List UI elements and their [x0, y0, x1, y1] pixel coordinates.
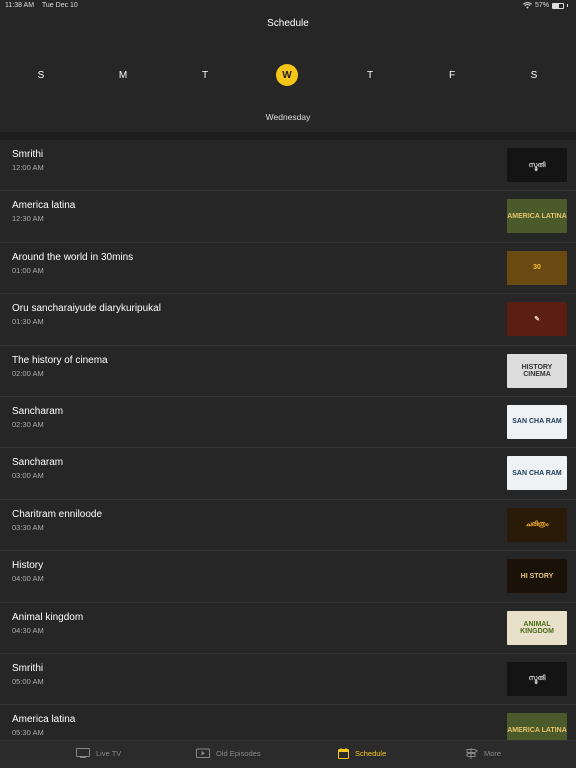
program-time: 03:30 AM — [12, 522, 44, 532]
battery-icon — [552, 2, 564, 9]
list-item[interactable]: Sancharam 03:00 AM SAN CHA RAM — [0, 448, 576, 500]
tv-icon — [76, 748, 90, 758]
thumbnail-logo-text: SAN CHA RAM — [512, 469, 562, 477]
list-item[interactable]: Smrithi 12:00 AM സ്മൃതി — [0, 140, 576, 192]
program-time: 04:30 AM — [12, 625, 44, 635]
program-thumbnail: ✎ — [507, 302, 567, 337]
program-thumbnail: സ്മൃതി — [507, 661, 567, 696]
list-item[interactable]: The history of cinema 02:00 AM HISTORY CIN… — [0, 346, 576, 397]
list-item[interactable]: History 04:00 AM HI STORY — [0, 551, 576, 603]
status-time: 11:38 AM — [5, 2, 35, 9]
program-title: America latina — [12, 200, 76, 212]
program-thumbnail: സ്മൃതി — [507, 148, 567, 182]
page-title: Schedule — [267, 18, 309, 29]
list-item[interactable]: Around the world in 30mins 01:00 AM 30 — [0, 243, 576, 295]
program-thumbnail: ചരിത്രം — [507, 507, 567, 542]
program-thumbnail: 30 — [507, 250, 567, 285]
program-time: 02:30 AM — [12, 419, 44, 429]
program-thumbnail: SAN CHA RAM — [507, 404, 567, 439]
program-thumbnail: SAN CHA RAM — [507, 456, 567, 491]
program-title: Charitram enniloode — [12, 508, 103, 520]
thumbnail-logo-text: SAN CHA RAM — [512, 418, 562, 426]
thumbnail-logo-text: HI STORY — [520, 572, 554, 580]
tab-label: Live TV — [96, 748, 122, 758]
day-button-4[interactable]: T — [359, 64, 381, 86]
schedule-header: Schedule S M T W T F S Wednesday — [0, 12, 576, 132]
list-item[interactable]: Smrithi 05:00 AM സ്മൃതി — [0, 654, 576, 706]
calendar-icon — [338, 748, 349, 759]
tab-old-episodes[interactable]: Old Episodes — [196, 748, 261, 758]
thumbnail-logo-text: 30 — [533, 264, 541, 272]
program-thumbnail: ANIMAL KINGDOM — [507, 610, 567, 645]
tab-schedule[interactable]: Schedule — [338, 748, 386, 759]
program-thumbnail: AMERICA LATINA — [507, 199, 567, 234]
list-item[interactable]: America latina 05:30 AM AMERICA LATINA — [0, 705, 576, 740]
tab-label: Schedule — [355, 749, 387, 758]
thumbnail-logo-text: ANIMAL KINGDOM — [520, 620, 554, 635]
program-title: Oru sancharaiyude diarykuripukal — [12, 303, 161, 315]
day-button-0[interactable]: S — [30, 64, 52, 86]
program-title: Sancharam — [12, 405, 64, 417]
program-time: 12:00 AM — [12, 163, 44, 172]
program-time: 02:00 AM — [12, 368, 44, 378]
tab-live-tv[interactable]: Live TV — [76, 748, 121, 758]
program-time: 04:00 AM — [12, 574, 44, 584]
program-title: America latina — [12, 714, 76, 726]
thumbnail-logo-text: AMERICA LATINA — [507, 726, 567, 734]
list-item[interactable]: America latina 12:30 AM AMERICA LATINA — [0, 191, 576, 243]
tab-label: Old Episodes — [216, 748, 261, 758]
battery-percent: 57% — [534, 2, 549, 9]
status-date: Tue Dec 10 — [41, 2, 78, 9]
day-button-5[interactable]: F — [441, 64, 463, 86]
program-title: History — [12, 560, 44, 572]
tab-label: More — [484, 749, 502, 758]
header-divider — [0, 132, 576, 140]
tab-more[interactable]: More — [466, 748, 501, 759]
thumbnail-logo-text: സ്മൃതി — [528, 161, 546, 169]
list-item[interactable]: Oru sancharaiyude diarykuripukal 01:30 AM… — [0, 294, 576, 346]
program-title: Sancharam — [12, 457, 64, 469]
program-time: 05:00 AM — [12, 676, 44, 686]
program-thumbnail: HISTORY CINEMA — [507, 353, 567, 388]
thumbnail-logo-text: AMERICA LATINA — [507, 212, 567, 220]
program-time: 01:30 AM — [12, 317, 44, 327]
program-title: The history of cinema — [12, 354, 108, 366]
program-thumbnail: AMERICA LATINA — [507, 713, 567, 740]
program-thumbnail: HI STORY — [507, 559, 567, 594]
program-time: 05:30 AM — [12, 728, 44, 738]
thumbnail-logo-text: ചരിത്രം — [525, 521, 549, 529]
program-title: Smrithi — [12, 149, 44, 160]
tab-bar: Live TV Old Episodes Schedule More — [0, 740, 576, 768]
day-button-6[interactable]: S — [523, 64, 545, 86]
program-time: 12:30 AM — [12, 214, 44, 224]
program-title: Around the world in 30mins — [12, 251, 134, 263]
selected-day-name: Wednesday — [265, 112, 311, 122]
list-item[interactable]: Sancharam 02:30 AM SAN CHA RAM — [0, 397, 576, 449]
status-bar: 11:38 AM Tue Dec 10 57% — [0, 0, 576, 12]
wifi-icon — [523, 2, 532, 9]
program-time: 03:00 AM — [12, 471, 44, 481]
day-button-3[interactable]: W — [276, 64, 298, 86]
day-selector: SMTWTFS — [0, 64, 576, 86]
thumbnail-logo-text: സ്മൃതി — [528, 675, 546, 683]
program-time: 01:00 AM — [12, 265, 44, 275]
program-title: Smrithi — [12, 662, 44, 674]
thumbnail-logo-text: ✎ — [534, 315, 540, 323]
list-item[interactable]: Charitram enniloode 03:30 AM ചരിത്രം — [0, 500, 576, 552]
thumbnail-logo-text: HISTORY CINEMA — [521, 363, 553, 378]
program-title: Animal kingdom — [12, 611, 84, 623]
play-icon — [196, 748, 210, 758]
day-button-2[interactable]: T — [194, 64, 216, 86]
day-button-1[interactable]: M — [112, 64, 134, 86]
signpost-icon — [466, 748, 478, 759]
schedule-list[interactable]: Smrithi 12:00 AM സ്മൃതി America latina 12:30… — [0, 140, 576, 740]
list-item[interactable]: Animal kingdom 04:30 AM ANIMAL KINGDOM — [0, 603, 576, 654]
